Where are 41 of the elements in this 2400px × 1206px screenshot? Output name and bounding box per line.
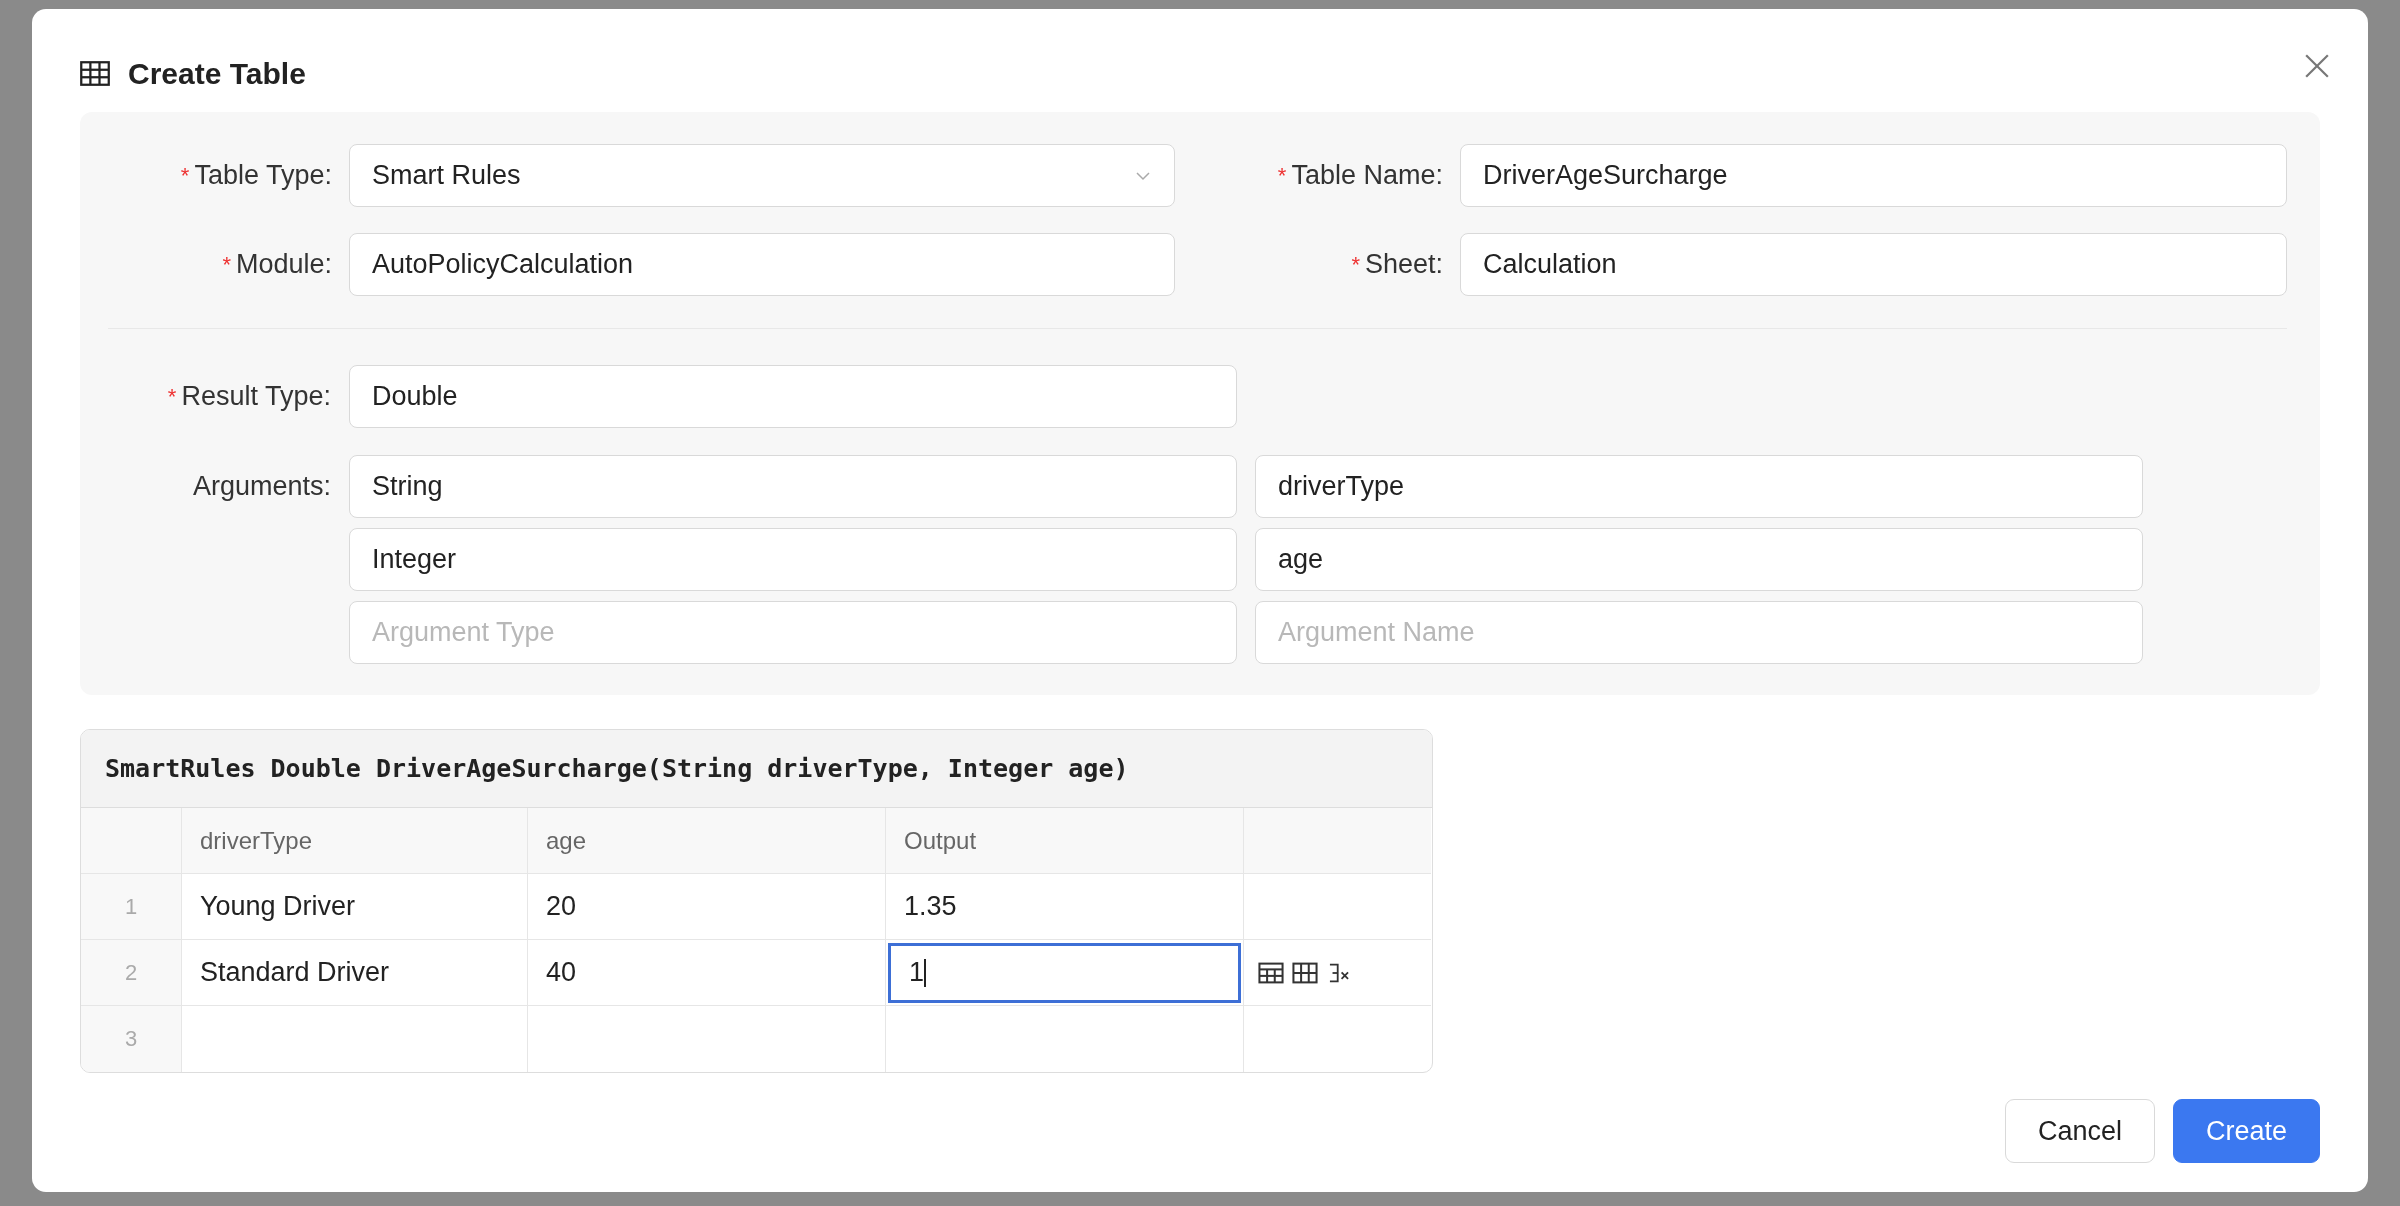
create-button[interactable]: Create: [2172, 1099, 2320, 1163]
row-number: 2: [81, 940, 182, 1006]
column-header: Output: [886, 808, 1244, 874]
dialog-title: Create Table: [128, 56, 306, 91]
input-field[interactable]: AutoPolicyCalculation: [349, 233, 1175, 296]
input-field[interactable]: Double: [349, 365, 1237, 428]
table-cell: 1.35: [904, 891, 957, 922]
required-mark: *: [167, 383, 177, 410]
insert-column-icon[interactable]: [1292, 961, 1318, 984]
field-label: Table Type:: [194, 160, 332, 191]
cell-input[interactable]: 1: [888, 942, 1241, 1003]
column-header: age: [528, 808, 886, 874]
insert-row-icon[interactable]: [1258, 961, 1284, 984]
chevron-down-icon: [1134, 169, 1152, 182]
required-mark: *: [1351, 251, 1360, 278]
input-field[interactable]: DriverAgeSurcharge: [1460, 144, 2287, 207]
input-field[interactable]: String: [349, 455, 1237, 518]
input-field[interactable]: age: [1255, 528, 2143, 591]
table-signature: SmartRules Double DriverAgeSurcharge(String driverType, Integer age): [81, 730, 1432, 808]
cancel-button[interactable]: Cancel: [2004, 1099, 2155, 1163]
field-label: Module:: [235, 249, 332, 280]
field-label: Result Type:: [181, 381, 331, 412]
field-label: Sheet:: [1364, 249, 1443, 280]
table-cell: Young Driver: [200, 891, 356, 922]
row-number: 1: [81, 874, 182, 940]
close-icon[interactable]: [2304, 52, 2330, 79]
input-field[interactable]: Integer: [349, 528, 1237, 591]
required-mark: *: [1277, 162, 1287, 189]
input-field[interactable]: Calculation: [1460, 233, 2287, 296]
row-number: 3: [81, 1006, 182, 1072]
field-label: Table Name:: [1291, 160, 1443, 191]
field-label: Arguments:: [192, 471, 331, 502]
table-cell: 40: [546, 957, 577, 988]
required-mark: *: [222, 251, 231, 278]
input-field[interactable]: driverType: [1255, 455, 2143, 518]
table-cell: Standard Driver: [200, 957, 390, 988]
required-mark: *: [180, 162, 190, 189]
column-header: driverType: [182, 808, 528, 874]
table-icon: [80, 61, 110, 86]
select-field[interactable]: Smart Rules: [349, 144, 1175, 207]
table-cell: 20: [546, 891, 577, 922]
